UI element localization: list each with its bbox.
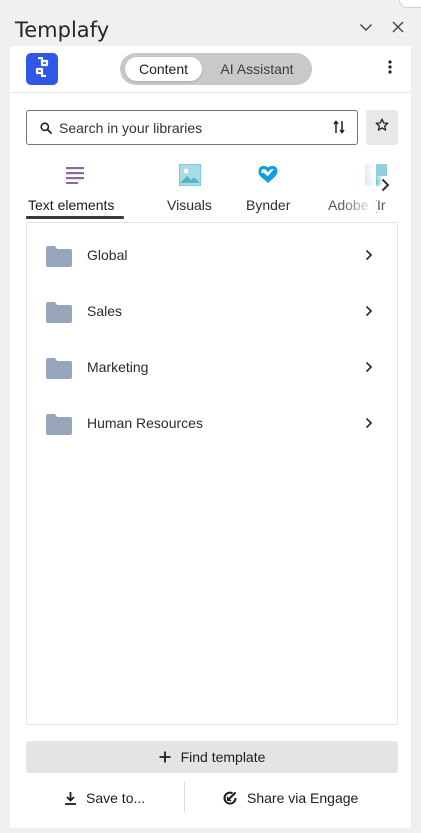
library-tabs: Text elements Visuals Bynder Adobe (Ir — [26, 159, 398, 219]
folder-icon — [46, 413, 72, 440]
folder-label: Global — [87, 247, 128, 263]
templafy-logo-icon — [33, 56, 51, 82]
folder-label: Marketing — [87, 359, 149, 375]
more-options-button[interactable] — [380, 58, 400, 80]
chevron-right-icon — [365, 416, 373, 434]
folder-icon — [46, 245, 72, 272]
app-bar: Content AI Assistant — [10, 46, 411, 93]
tab-label: Adobe (Ir — [328, 197, 386, 213]
close-pane-button[interactable] — [387, 18, 409, 40]
chevron-right-icon — [380, 178, 390, 197]
more-vertical-icon — [388, 59, 392, 79]
bottom-actions: Save to... Share via Engage — [26, 779, 398, 817]
chevron-right-icon — [365, 304, 373, 322]
image-icon — [178, 164, 202, 186]
divider — [184, 781, 185, 813]
list-item[interactable]: Sales — [27, 283, 397, 339]
pane-title: Templafy — [15, 18, 110, 42]
list-item[interactable]: Marketing — [27, 339, 397, 395]
search-box — [26, 110, 358, 145]
folder-icon — [46, 357, 72, 384]
save-to-button[interactable]: Save to... — [64, 783, 145, 813]
tab-label: Visuals — [167, 197, 212, 213]
download-icon — [64, 791, 77, 805]
content-toggle-option[interactable]: Content — [125, 57, 202, 81]
tab-bynder[interactable]: Bynder — [240, 159, 296, 219]
tab-label: Bynder — [246, 197, 291, 213]
close-icon — [392, 20, 404, 38]
folder-label: Sales — [87, 303, 123, 319]
active-tab-indicator — [26, 216, 124, 219]
templafy-logo — [26, 53, 58, 85]
search-icon — [40, 121, 52, 139]
window-top-strip — [0, 0, 421, 12]
content-mode-toggle: Content AI Assistant — [120, 53, 312, 85]
templafy-panel: Content AI Assistant Search in your libr… — [10, 46, 411, 828]
plus-icon — [159, 751, 171, 763]
favorites-button[interactable] — [366, 110, 398, 145]
folder-list: Global Sales Marketing Human Resources — [26, 222, 398, 725]
save-to-label: Save to... — [86, 790, 146, 806]
star-icon — [375, 118, 389, 137]
bynder-logo-icon — [256, 164, 280, 186]
find-template-button[interactable]: Find template — [26, 741, 398, 773]
tab-visuals[interactable]: Visuals — [161, 159, 221, 219]
tabs-scroll-right-button[interactable] — [376, 176, 394, 198]
tab-label: Text elements — [28, 197, 115, 213]
search-input[interactable] — [59, 117, 319, 139]
window-corner — [399, 0, 421, 8]
engage-icon — [222, 790, 238, 806]
ai-assistant-toggle-option[interactable]: AI Assistant — [207, 57, 307, 81]
chevron-right-icon — [365, 360, 373, 378]
tab-text-elements[interactable]: Text elements — [26, 159, 130, 219]
list-item[interactable]: Global — [27, 227, 397, 283]
folder-icon — [46, 301, 72, 328]
share-via-engage-button[interactable]: Share via Engage — [222, 783, 358, 813]
pane-header: Templafy — [0, 12, 421, 46]
folder-label: Human Resources — [87, 415, 203, 431]
text-lines-icon — [63, 164, 87, 186]
chevron-down-icon — [359, 20, 373, 39]
find-template-label: Find template — [180, 749, 266, 765]
filter-icon[interactable] — [332, 120, 346, 139]
collapse-pane-button[interactable] — [355, 18, 377, 40]
list-item[interactable]: Human Resources — [27, 395, 397, 451]
share-via-engage-label: Share via Engage — [247, 790, 359, 806]
chevron-right-icon — [365, 248, 373, 266]
